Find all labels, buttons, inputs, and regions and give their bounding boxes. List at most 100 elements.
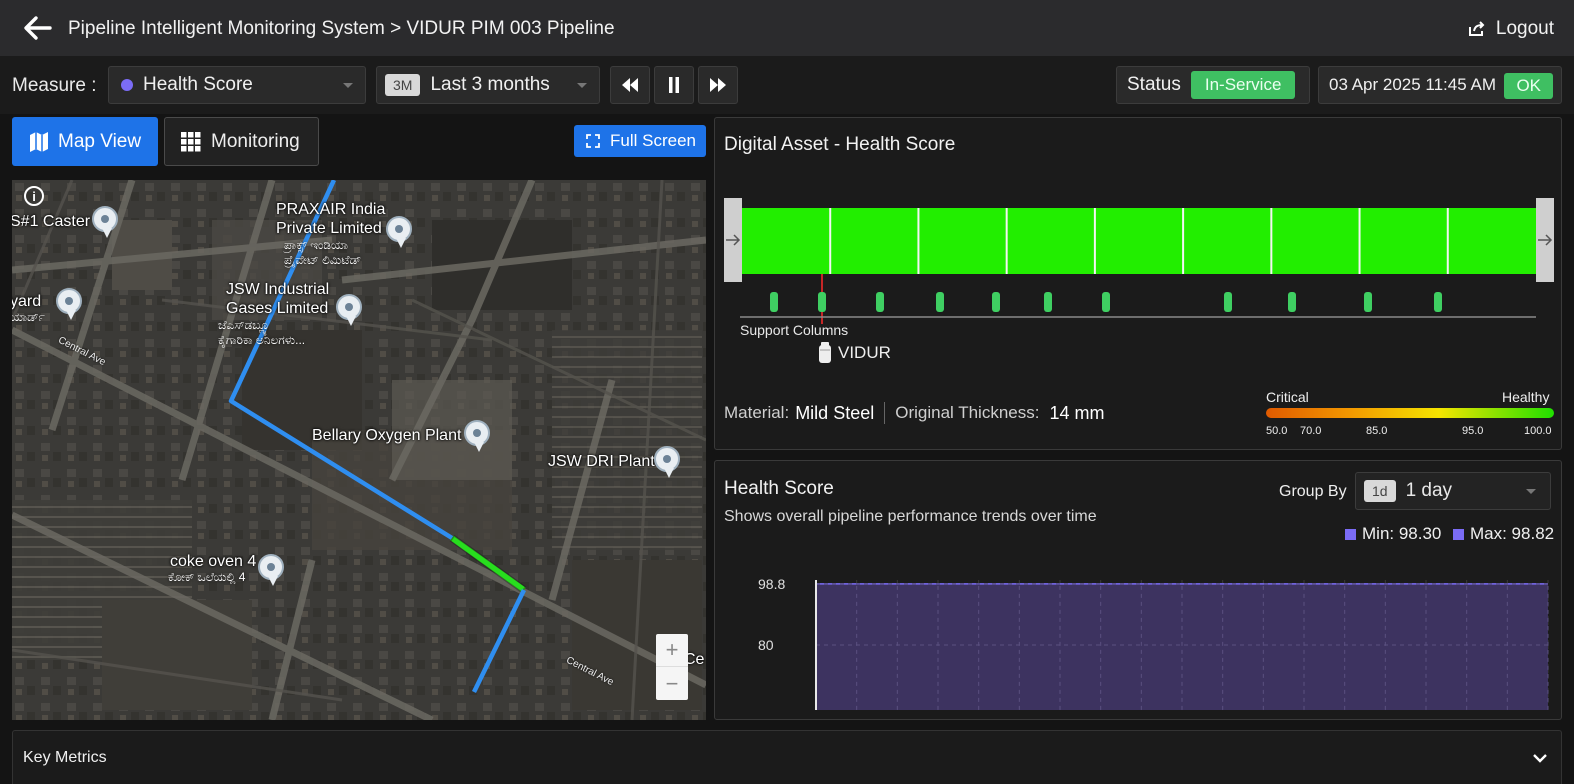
health-score-chart: 98.8 80 (758, 576, 1549, 710)
legend-healthy-label: Healthy (1502, 389, 1550, 405)
legend-tick: 50.0 (1266, 425, 1288, 437)
map-icon (30, 131, 48, 152)
measure-color-dot (121, 79, 133, 91)
sensor-device-icon (819, 342, 831, 363)
pipeline-diagram (724, 198, 1554, 324)
legend-tick: 95.0 (1462, 425, 1484, 437)
zoom-out-button[interactable]: − (656, 667, 688, 700)
place-label: JSW Industrial Gases Limited (226, 281, 330, 317)
fast-forward-icon (710, 78, 726, 92)
place-label: PRAXAIR India Private Limited (276, 201, 386, 237)
range-select[interactable]: 3M Last 3 months (376, 66, 600, 104)
material-label: Material: (724, 403, 790, 422)
max-swatch (1453, 528, 1464, 540)
place-pin-icon[interactable] (336, 294, 362, 326)
pause-button[interactable] (654, 66, 694, 104)
tab-monitoring-label: Monitoring (211, 130, 300, 152)
place-label-local: ಯಾರ್ಡ್ (12, 310, 45, 324)
place-pin-icon[interactable] (258, 554, 284, 586)
place-label: yard (12, 293, 42, 310)
tab-map-view[interactable]: Map View (12, 117, 158, 166)
pause-icon (669, 77, 679, 93)
sensor-tag[interactable]: VIDUR (818, 342, 891, 364)
max-label: Max: 98.82 (1470, 524, 1555, 543)
material-info: Material: Mild Steel Original Thickness:… (724, 402, 1104, 424)
support-columns-label: Support Columns (740, 322, 849, 338)
place-pin-icon[interactable] (654, 446, 680, 478)
legend-critical-label: Critical (1266, 389, 1309, 405)
key-metrics-label: Key Metrics (23, 749, 107, 766)
place-label: S#1 Caster (12, 213, 91, 230)
thickness-label: Original Thickness: (895, 403, 1040, 422)
place-label-local: ಪ್ರಾಕ್ಸ್ ಇಂಡಿಯಾ ಪ್ರೈವೇಟ್ ಲಿಮಿಟೆಡ್ (284, 238, 362, 267)
status-indicator: Status In-Service (1116, 66, 1310, 104)
legend-tick: 85.0 (1366, 425, 1388, 437)
key-metrics-section[interactable]: Key Metrics (12, 730, 1562, 784)
place-pin-icon[interactable] (386, 216, 412, 248)
ok-badge: OK (1504, 73, 1553, 99)
chevron-down-icon[interactable] (1533, 753, 1547, 763)
min-indicator: Min: 98.30 (1345, 524, 1441, 544)
y-tick-label: 80 (758, 637, 774, 653)
tab-map-view-label: Map View (58, 130, 142, 152)
place-label: coke oven 4 (170, 553, 257, 570)
support-column (1224, 292, 1232, 312)
support-column (1102, 292, 1110, 312)
page-title: Pipeline Intelligent Monitoring System >… (68, 18, 615, 39)
chevron-down-icon (577, 83, 587, 88)
back-arrow-icon[interactable] (22, 14, 52, 42)
place-label-local: ಜೆಎಸ್‌ಡಬ್ಲ್ಯೂ ಕೈಗಾರಿಕಾ ಅನಿಲಗಳು... (218, 318, 306, 347)
min-swatch (1345, 528, 1356, 540)
health-color-scale (1266, 408, 1554, 418)
zoom-control: + − (656, 634, 688, 700)
health-subtitle: Shows overall pipeline performance trend… (724, 508, 1097, 525)
support-column (992, 292, 1000, 312)
logout-button[interactable]: Logout (1468, 18, 1554, 40)
max-indicator: Max: 98.82 (1453, 524, 1554, 544)
legend-tick: 70.0 (1300, 425, 1322, 437)
place-pin-icon[interactable] (92, 206, 118, 238)
min-label: Min: 98.30 (1362, 524, 1442, 543)
support-column (1364, 292, 1372, 312)
legend-tick: 100.0 (1524, 425, 1552, 437)
logout-icon (1468, 21, 1485, 36)
status-badge: In-Service (1190, 71, 1296, 99)
measure-select[interactable]: Health Score (108, 66, 366, 104)
digital-asset-title: Digital Asset - Health Score (724, 134, 956, 155)
grid-icon (181, 131, 201, 151)
satellite-map[interactable]: i S#1 Caster PRAXAIR India Private Limite… (12, 180, 706, 720)
y-tick-label: 98.8 (758, 576, 785, 592)
group-by-select[interactable]: 1d 1 day (1355, 472, 1551, 510)
status-label: Status (1127, 74, 1181, 95)
group-by-label: Group By (1279, 483, 1347, 500)
support-column (1288, 292, 1296, 312)
place-label-local: ಕೋಕ್ ಒಲೆಯಲ್ಲಿ 4 (168, 570, 246, 584)
pipe-body (742, 208, 1536, 274)
zoom-in-button[interactable]: + (656, 634, 688, 667)
place-pin-icon[interactable] (56, 288, 82, 320)
material-value: Mild Steel (795, 402, 875, 423)
datetime-indicator: 03 Apr 2025 11:45 AM OK (1318, 66, 1562, 104)
info-icon[interactable]: i (24, 186, 44, 206)
top-header: Pipeline Intelligent Monitoring System >… (0, 0, 1574, 56)
fullscreen-button[interactable]: Full Screen (574, 125, 706, 157)
support-column (770, 292, 778, 312)
logout-label: Logout (1495, 18, 1554, 39)
group-chip: 1d (1364, 480, 1396, 502)
range-chip: 3M (385, 74, 421, 96)
range-value: Last 3 months (430, 74, 550, 95)
measure-label: Measure : (12, 75, 97, 96)
group-value: 1 day (1405, 480, 1453, 501)
tab-monitoring[interactable]: Monitoring (164, 117, 319, 166)
fullscreen-icon (586, 134, 600, 148)
place-pin-icon[interactable] (464, 420, 490, 452)
rewind-button[interactable] (610, 66, 650, 104)
thickness-value: 14 mm (1049, 402, 1105, 423)
support-column (1044, 292, 1052, 312)
support-column (876, 292, 884, 312)
fast-forward-button[interactable] (698, 66, 738, 104)
place-label: Bellary Oxygen Plant (312, 427, 462, 444)
rewind-icon (622, 78, 638, 92)
sensor-label: VIDUR (838, 343, 891, 362)
fullscreen-label: Full Screen (610, 131, 696, 150)
